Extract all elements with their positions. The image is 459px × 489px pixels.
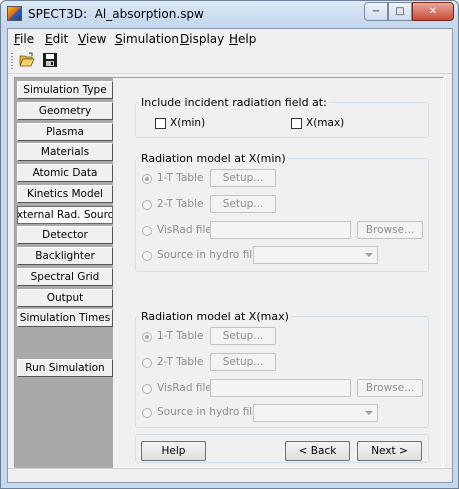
xmin-radio-2t-table[interactable] bbox=[142, 200, 152, 210]
client-area: File Edit View Simulation Display Help S… bbox=[7, 28, 453, 483]
nav-atomic-data[interactable]: Atomic Data bbox=[17, 164, 113, 182]
close-icon: ✕ bbox=[428, 6, 438, 17]
menu-view[interactable]: View bbox=[78, 32, 106, 46]
nav-materials[interactable]: Materials bbox=[17, 143, 113, 161]
xmin-hydro-select[interactable] bbox=[253, 246, 378, 264]
application-window: SPECT3D: Al_absorption.spw − □ ✕ File Ed… bbox=[0, 0, 459, 489]
xmax-radio-hydro-file[interactable] bbox=[142, 408, 152, 418]
xmin-radio-hydro-file[interactable] bbox=[142, 251, 152, 261]
toolbar-grip[interactable] bbox=[11, 53, 13, 69]
xmax-hydro-select[interactable] bbox=[253, 404, 378, 422]
xmin-hydro-label: Source in hydro file: bbox=[157, 249, 263, 261]
next-button[interactable]: Next > bbox=[357, 441, 422, 461]
main-panel: Include incident radiation field at: X(m… bbox=[115, 78, 442, 467]
xmax-model-title: Radiation model at X(max) bbox=[139, 310, 291, 323]
menu-simulation[interactable]: Simulation bbox=[115, 32, 179, 46]
menu-edit[interactable]: Edit bbox=[45, 32, 68, 46]
xmax-1t-setup-button[interactable]: Setup... bbox=[210, 327, 276, 345]
xmax-browse-button[interactable]: Browse... bbox=[357, 379, 423, 397]
maximize-icon: □ bbox=[395, 6, 405, 17]
xmax-radio-2t-table[interactable] bbox=[142, 358, 152, 368]
xmin-model-title: Radiation model at X(min) bbox=[139, 152, 288, 165]
xmax-visrad-file-field[interactable] bbox=[210, 379, 351, 397]
title-bar[interactable]: SPECT3D: Al_absorption.spw − □ ✕ bbox=[1, 1, 458, 27]
xmin-radio-visrad-file[interactable] bbox=[142, 226, 152, 236]
nav-geometry[interactable]: Geometry bbox=[17, 102, 113, 120]
minimize-button[interactable]: − bbox=[364, 2, 388, 21]
close-button[interactable]: ✕ bbox=[412, 2, 454, 21]
window-title: SPECT3D: Al_absorption.spw bbox=[28, 7, 204, 21]
app-icon bbox=[7, 6, 22, 21]
xmax-2t-table-label: 2-T Table bbox=[157, 356, 204, 368]
xmax-checkbox[interactable] bbox=[291, 118, 302, 129]
xmin-radio-1t-table[interactable] bbox=[142, 174, 152, 184]
xmax-radio-visrad-file[interactable] bbox=[142, 384, 152, 394]
help-button[interactable]: Help bbox=[141, 441, 206, 461]
incident-radiation-title: Include incident radiation field at: bbox=[139, 96, 329, 109]
nav-detector[interactable]: Detector bbox=[17, 226, 113, 244]
save-disk-icon[interactable] bbox=[42, 52, 58, 68]
back-button[interactable]: < Back bbox=[285, 441, 350, 461]
nav-backlighter[interactable]: Backlighter bbox=[17, 247, 113, 265]
xmax-hydro-label: Source in hydro file: bbox=[157, 406, 263, 418]
chevron-down-icon bbox=[365, 253, 373, 257]
menu-display[interactable]: Display bbox=[180, 32, 224, 46]
navigation-panel: Simulation Type Geometry Plasma Material… bbox=[15, 78, 113, 468]
xmin-checkbox-label: X(min) bbox=[170, 117, 206, 129]
maximize-button[interactable]: □ bbox=[388, 2, 412, 21]
menu-bar: File Edit View Simulation Display Help bbox=[8, 29, 452, 48]
nav-plasma[interactable]: Plasma bbox=[17, 123, 113, 141]
xmin-1t-setup-button[interactable]: Setup... bbox=[210, 169, 276, 187]
nav-kinetics-model[interactable]: Kinetics Model bbox=[17, 185, 113, 203]
run-simulation-button[interactable]: Run Simulation bbox=[17, 359, 113, 377]
xmax-radio-1t-table[interactable] bbox=[142, 332, 152, 342]
xmax-checkbox-label: X(max) bbox=[306, 117, 345, 129]
status-bar bbox=[8, 468, 452, 483]
xmax-visrad-label: VisRad file bbox=[157, 382, 212, 394]
menu-file[interactable]: File bbox=[14, 32, 34, 46]
xmin-1t-table-label: 1-T Table bbox=[157, 172, 204, 184]
xmin-2t-setup-button[interactable]: Setup... bbox=[210, 195, 276, 213]
xmin-checkbox[interactable] bbox=[155, 118, 166, 129]
nav-output[interactable]: Output bbox=[17, 289, 113, 307]
nav-spectral-grid[interactable]: Spectral Grid bbox=[17, 268, 113, 286]
chevron-down-icon bbox=[365, 411, 373, 415]
xmax-1t-table-label: 1-T Table bbox=[157, 330, 204, 342]
xmin-2t-table-label: 2-T Table bbox=[157, 198, 204, 210]
toolbar bbox=[8, 49, 452, 74]
xmin-visrad-file-field[interactable] bbox=[210, 221, 351, 239]
menu-help[interactable]: Help bbox=[229, 32, 256, 46]
xmin-visrad-label: VisRad file bbox=[157, 224, 212, 236]
open-folder-icon[interactable] bbox=[19, 52, 35, 68]
nav-external-rad-source[interactable]: External Rad. Source bbox=[17, 206, 113, 224]
xmax-2t-setup-button[interactable]: Setup... bbox=[210, 353, 276, 371]
minimize-icon: − bbox=[371, 6, 381, 17]
xmin-browse-button[interactable]: Browse... bbox=[357, 221, 423, 239]
nav-simulation-type[interactable]: Simulation Type bbox=[17, 81, 113, 99]
nav-simulation-times[interactable]: Simulation Times bbox=[17, 309, 113, 327]
